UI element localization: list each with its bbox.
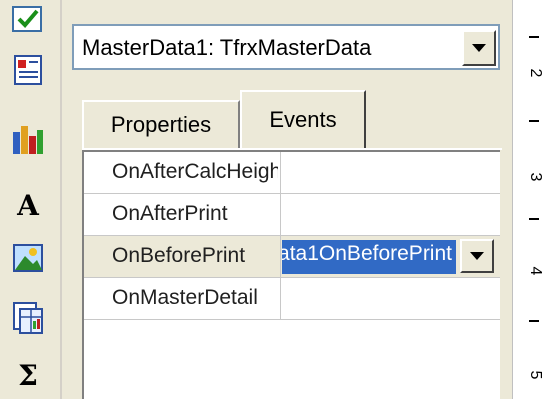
ruler-tick <box>529 320 539 322</box>
event-value-field[interactable]: MasterData1OnBeforePrint <box>282 240 456 274</box>
check-icon[interactable] <box>8 0 48 40</box>
combo-dropdown-button[interactable] <box>462 30 496 66</box>
column-divider <box>280 278 281 320</box>
column-divider <box>280 194 281 236</box>
column-divider <box>280 236 281 278</box>
tab-events[interactable]: Events <box>240 90 366 150</box>
event-name: OnAfterCalcHeight <box>112 160 278 183</box>
event-name: OnBeforePrint <box>112 244 246 267</box>
memo-icon[interactable] <box>8 50 48 90</box>
object-selector-value: MasterData1: TfrxMasterData <box>82 35 372 60</box>
chevron-down-icon <box>472 44 486 52</box>
column-divider <box>280 152 281 194</box>
object-inspector: MasterData1: TfrxMasterData Properties E… <box>62 0 512 399</box>
component-palette: A Σ <box>0 0 60 399</box>
tab-properties[interactable]: Properties <box>82 100 240 150</box>
chart-icon[interactable] <box>8 120 48 160</box>
events-grid: OnAfterCalcHeight OnAfterPrint OnBeforeP… <box>82 150 500 399</box>
event-name: OnAfterPrint <box>112 202 228 225</box>
text-tool-glyph: A <box>17 188 39 222</box>
object-selector-combo[interactable]: MasterData1: TfrxMasterData <box>72 24 500 70</box>
vertical-ruler: 2 3 4 5 <box>512 0 552 399</box>
sum-tool-glyph: Σ <box>18 358 38 392</box>
ruler-label: 4 <box>527 266 544 276</box>
ruler-tick <box>529 120 539 122</box>
event-dropdown-button[interactable] <box>460 239 494 273</box>
chevron-down-icon <box>470 252 484 260</box>
ruler-tick <box>529 36 539 38</box>
event-row[interactable]: OnMasterDetail <box>84 278 500 320</box>
event-row[interactable]: OnAfterPrint <box>84 194 500 236</box>
crosstab-icon[interactable] <box>8 298 48 338</box>
event-row-selected[interactable]: OnBeforePrint MasterData1OnBeforePrint <box>84 236 500 278</box>
sum-icon[interactable]: Σ <box>8 355 48 395</box>
event-name: OnMasterDetail <box>112 286 258 309</box>
ruler-tick <box>529 218 539 220</box>
picture-icon[interactable] <box>8 238 48 278</box>
ruler-label: 5 <box>527 370 544 380</box>
ruler-label: 3 <box>527 172 544 182</box>
tab-properties-label: Properties <box>110 112 212 137</box>
tab-events-label: Events <box>269 107 337 132</box>
event-row[interactable]: OnAfterCalcHeight <box>84 152 500 194</box>
ruler-label: 2 <box>527 68 544 78</box>
text-A-icon[interactable]: A <box>8 185 48 225</box>
